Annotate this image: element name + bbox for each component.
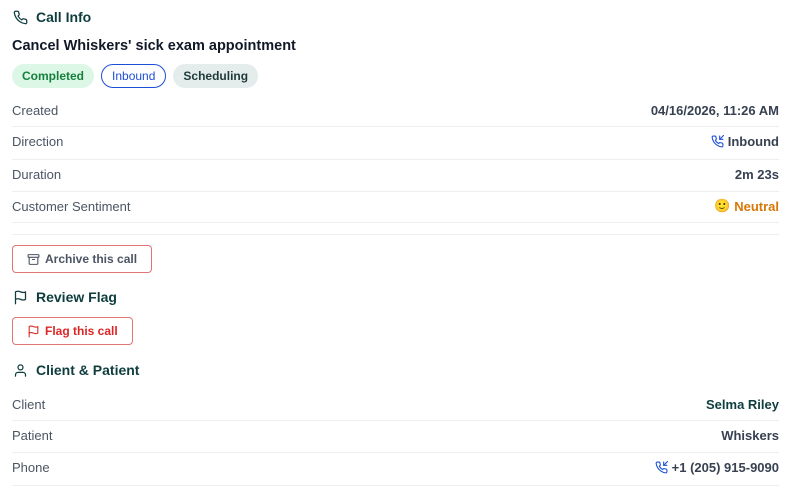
archive-call-label: Archive this call (45, 252, 138, 266)
direction-row: Direction Inbound (12, 131, 779, 151)
call-info-header: Call Info (12, 9, 91, 25)
direction-label: Direction (12, 133, 64, 149)
created-value: 04/16/2026, 11:26 AM (650, 102, 779, 118)
review-flag-header: Review Flag (12, 289, 117, 305)
created-row: Created 04/16/2026, 11:26 AM (12, 100, 779, 120)
client-label: Client (12, 396, 46, 412)
phone-incoming-icon (655, 460, 668, 474)
client-patient-title: Client & Patient (36, 362, 140, 378)
sentiment-label: Customer Sentiment (12, 198, 131, 214)
client-row: Client Selma Riley (12, 394, 779, 414)
sentiment-value: Neutral (734, 198, 779, 214)
archive-icon (27, 253, 40, 266)
flag-icon (27, 325, 40, 338)
call-info-title: Call Info (36, 9, 92, 25)
review-flag-title: Review Flag (36, 289, 117, 305)
divider (12, 126, 779, 127)
patient-value: Whiskers (721, 427, 779, 443)
archive-call-button[interactable]: Archive this call (12, 245, 153, 273)
flag-icon (12, 289, 28, 305)
divider (12, 191, 779, 192)
call-badges: Completed Inbound Scheduling (12, 64, 259, 88)
direction-badge: Inbound (101, 64, 167, 88)
patient-label: Patient (12, 427, 53, 443)
flag-call-label: Flag this call (45, 324, 118, 338)
sentiment-row: Customer Sentiment 🙂 Neutral (12, 196, 779, 216)
phone-incoming-icon (711, 134, 724, 148)
phone-icon (12, 9, 28, 25)
created-label: Created (12, 102, 59, 118)
divider (12, 159, 779, 160)
duration-value: 2m 23s (734, 166, 779, 182)
divider (12, 485, 779, 486)
call-summary-title: Cancel Whiskers' sick exam appointment (12, 38, 296, 54)
phone-value: +1 (205) 915-9090 (671, 459, 779, 475)
flag-call-button[interactable]: Flag this call (12, 317, 133, 345)
divider (12, 452, 779, 453)
sentiment-value-wrap: 🙂 Neutral (714, 198, 779, 214)
duration-label: Duration (12, 166, 62, 182)
neutral-face-icon: 🙂 (714, 198, 731, 213)
divider (12, 234, 779, 235)
duration-row: Duration 2m 23s (12, 164, 779, 184)
patient-row: Patient Whiskers (12, 425, 779, 445)
client-patient-header: Client & Patient (12, 362, 139, 378)
divider (12, 222, 779, 223)
direction-value: Inbound (727, 133, 779, 149)
phone-label: Phone (12, 459, 50, 475)
user-icon (12, 362, 28, 378)
category-badge: Scheduling (173, 64, 259, 88)
phone-row: Phone +1 (205) 915-9090 (12, 457, 779, 477)
phone-value-wrap[interactable]: +1 (205) 915-9090 (655, 460, 779, 475)
direction-value-wrap: Inbound (711, 134, 779, 149)
divider (12, 420, 779, 421)
client-name-link[interactable]: Selma Riley (706, 397, 779, 412)
status-badge: Completed (12, 64, 95, 88)
